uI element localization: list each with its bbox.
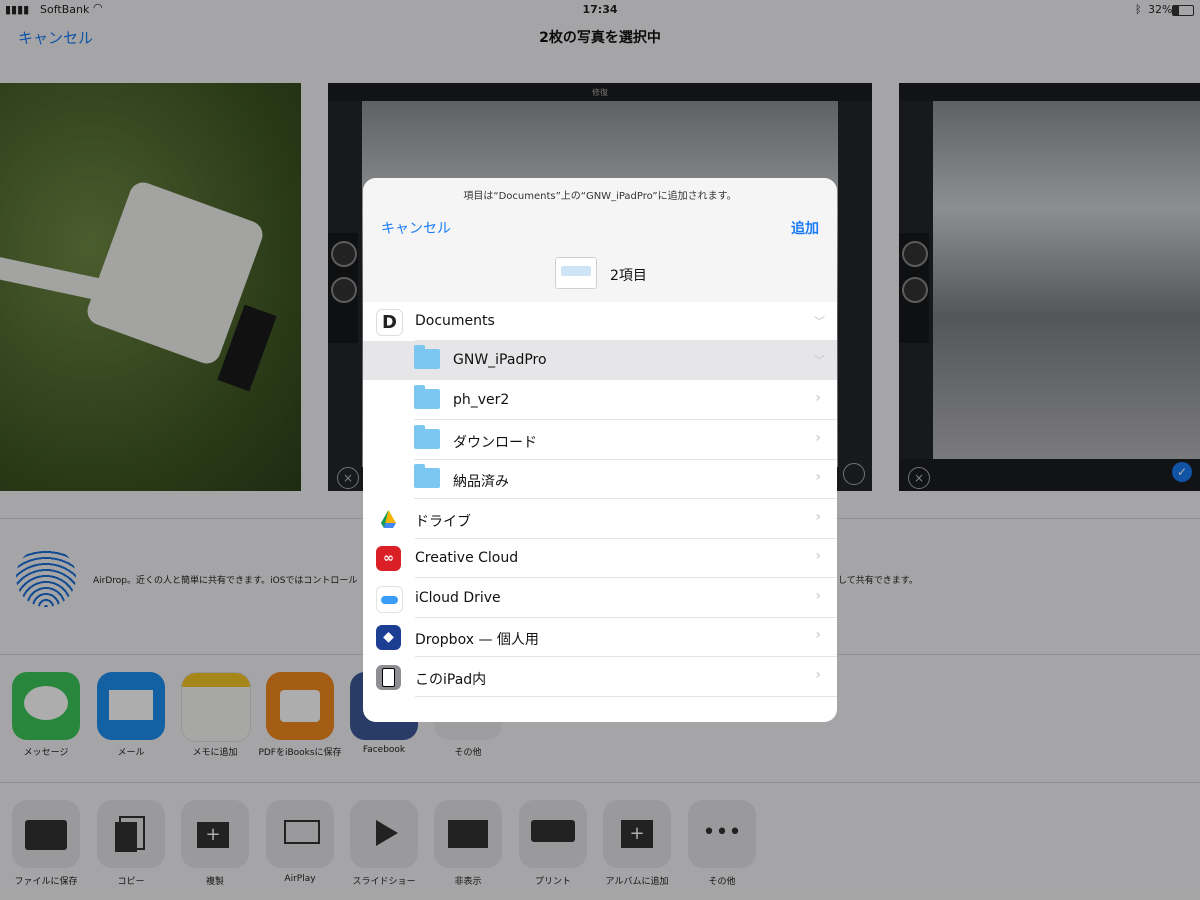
location-row-google-drive[interactable]: ドライブ › xyxy=(363,500,837,539)
chevron-right-icon: › xyxy=(815,548,821,564)
folder-icon xyxy=(414,464,440,488)
chevron-down-icon: ﹀ xyxy=(814,354,825,367)
location-row-documents[interactable]: D Documents ﹀ xyxy=(363,302,837,341)
chevron-right-icon: › xyxy=(815,588,821,604)
dialog-header: 項目は“Documents”上の“GNW_iPadPro”に追加されます。 キャ… xyxy=(363,178,837,302)
chevron-right-icon: › xyxy=(815,469,821,485)
folder-icon xyxy=(414,385,440,409)
chevron-right-icon: › xyxy=(815,509,821,525)
location-label: 納品済み xyxy=(453,474,509,490)
chevron-right-icon: › xyxy=(815,390,821,406)
location-row-delivered[interactable]: 納品済み › xyxy=(363,460,837,499)
location-label: ダウンロード xyxy=(453,435,537,451)
chevron-right-icon: › xyxy=(815,627,821,643)
folder-icon xyxy=(414,345,440,369)
location-label: Creative Cloud xyxy=(415,550,519,566)
dialog-cancel-button[interactable]: キャンセル xyxy=(381,218,451,238)
location-label: Documents xyxy=(415,313,495,329)
chevron-right-icon: › xyxy=(815,430,821,446)
location-label: GNW_iPadPro xyxy=(453,352,547,368)
dropbox-icon: ◆ xyxy=(376,625,401,650)
location-row-download[interactable]: ダウンロード › xyxy=(363,421,837,460)
documents-app-icon: D xyxy=(376,309,403,336)
items-thumbnail xyxy=(555,257,597,289)
creative-cloud-icon: ∞ xyxy=(376,546,401,571)
location-label: ドライブ xyxy=(415,514,471,530)
location-row-on-my-ipad[interactable]: このiPad内 › xyxy=(363,658,837,697)
location-row-dropbox[interactable]: ◆ Dropbox — 個人用 › xyxy=(363,618,837,657)
item-count: 2項目 xyxy=(610,268,647,284)
chevron-right-icon: › xyxy=(815,667,821,683)
folder-icon xyxy=(414,425,440,449)
location-row-icloud-drive[interactable]: iCloud Drive › xyxy=(363,579,837,618)
location-row-ph-ver2[interactable]: ph_ver2 › xyxy=(363,381,837,420)
location-label: このiPad内 xyxy=(415,672,487,688)
location-row-creative-cloud[interactable]: ∞ Creative Cloud › xyxy=(363,539,837,578)
destination-notice: 項目は“Documents”上の“GNW_iPadPro”に追加されます。 xyxy=(463,191,737,202)
location-label: iCloud Drive xyxy=(415,590,501,606)
location-label: ph_ver2 xyxy=(453,392,510,408)
location-row-gnw-ipadpro[interactable]: GNW_iPadPro ﹀ xyxy=(363,341,837,380)
ipad-icon xyxy=(376,665,401,690)
chevron-down-icon: ﹀ xyxy=(814,315,825,328)
google-drive-icon xyxy=(376,507,401,532)
file-picker-dialog: 項目は“Documents”上の“GNW_iPadPro”に追加されます。 キャ… xyxy=(363,178,837,722)
dialog-add-button[interactable]: 追加 xyxy=(791,218,819,238)
icloud-icon xyxy=(376,586,403,613)
location-label: Dropbox — 個人用 xyxy=(415,632,539,648)
